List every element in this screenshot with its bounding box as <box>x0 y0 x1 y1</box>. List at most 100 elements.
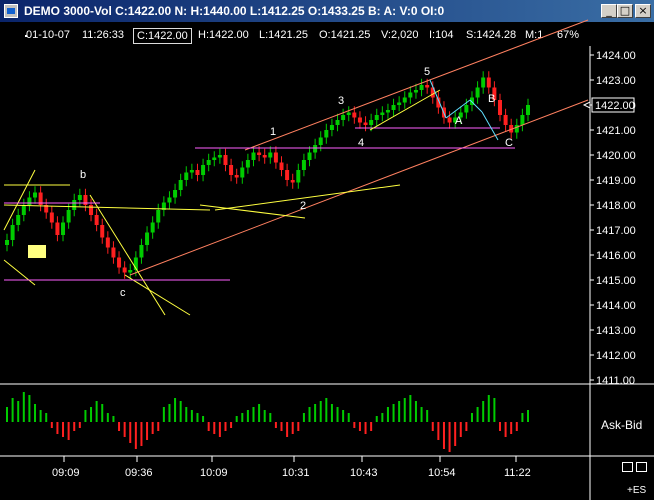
candle-body <box>49 212 54 223</box>
ask-bid-bar <box>78 422 81 428</box>
candle-body <box>324 130 329 138</box>
candle-body <box>313 145 318 153</box>
ask-bid-bar <box>420 407 423 422</box>
last-price-arrow <box>582 101 591 109</box>
candle-body <box>10 225 15 240</box>
ask-bid-bar <box>252 407 255 422</box>
candle-body <box>257 152 262 155</box>
candle-body <box>66 210 71 223</box>
candle-body <box>391 105 396 110</box>
ask-bid-bar <box>280 422 283 431</box>
ask-bid-bar <box>67 422 70 440</box>
ask-bid-bar <box>11 398 14 422</box>
x-tick-label: 09:36 <box>125 467 153 479</box>
ask-bid-bar <box>448 422 451 452</box>
last-price-label: 1422.00 <box>595 100 635 112</box>
candle-body <box>94 215 99 225</box>
ask-bid-bar <box>364 422 367 434</box>
ask-bid-bar <box>431 422 434 431</box>
ask-bid-bar <box>325 398 328 422</box>
ask-bid-bar <box>207 422 210 431</box>
ask-bid-bar <box>6 407 8 422</box>
candle-body <box>21 205 26 215</box>
ask-bid-bar <box>241 413 244 422</box>
ask-bid-bar <box>185 407 188 422</box>
wave-label: A <box>455 115 463 127</box>
symbol-label: +ES <box>627 485 647 496</box>
candle-body <box>217 155 222 158</box>
candle-body <box>520 115 525 125</box>
ask-bid-bar <box>90 407 93 422</box>
candle-body <box>503 115 508 125</box>
ask-bid-bar <box>409 395 412 422</box>
y-tick-label: 1419.00 <box>596 175 636 187</box>
candle-body <box>380 112 385 115</box>
x-tick-label: 10:09 <box>200 467 228 479</box>
ask-bid-bar <box>50 422 53 428</box>
ask-bid-bar <box>174 398 177 422</box>
candle-body <box>61 222 66 235</box>
ask-bid-bar <box>521 413 524 422</box>
candle-body <box>178 180 183 190</box>
candle-body <box>145 232 150 245</box>
candle-body <box>201 165 206 175</box>
candle-body <box>167 197 172 203</box>
ask-bid-bar <box>398 401 401 422</box>
candle-body <box>352 112 357 118</box>
indicator-label: Ask-Bid <box>601 418 643 432</box>
ask-bid-bar <box>179 401 182 422</box>
ask-bid-bar <box>487 395 490 422</box>
ask-bid-bar <box>101 404 104 422</box>
candle-body <box>105 237 110 248</box>
layout-button-2[interactable] <box>636 462 647 472</box>
ask-bid-bar <box>392 404 395 422</box>
ask-bid-bar <box>95 401 98 422</box>
ask-bid-bar <box>403 398 406 422</box>
candle-body <box>245 160 250 168</box>
ask-bid-bar <box>263 410 266 422</box>
candle-body <box>346 112 351 115</box>
price-chart[interactable]: 1424.00 1423.00 1422.00 1421.00 1420.00 1419.… <box>0 0 654 500</box>
candle-body <box>307 152 312 160</box>
ask-bid-bar <box>146 422 149 440</box>
ask-bid-bar <box>246 410 249 422</box>
ask-bid-bar <box>112 416 115 422</box>
candle-body <box>251 152 256 160</box>
trendline-yellow-2 <box>89 194 166 316</box>
ask-bid-bar <box>45 413 48 422</box>
ask-bid-bar <box>34 404 37 422</box>
channel-upper <box>244 19 589 151</box>
ask-bid-bar <box>73 422 76 431</box>
ask-bid-bar <box>493 398 496 422</box>
ask-bid-bar <box>106 413 109 422</box>
candle-body <box>290 180 295 183</box>
candle-body <box>363 122 368 125</box>
candle-body <box>279 162 284 170</box>
candle-body <box>117 257 122 268</box>
candle-body <box>189 170 194 173</box>
ask-bid-bar <box>235 416 238 422</box>
ask-bid-bar <box>426 410 429 422</box>
candle-body <box>223 155 228 165</box>
ask-bid-bar <box>353 422 356 428</box>
candle-body <box>497 100 502 115</box>
ask-bid-bar <box>314 404 317 422</box>
ask-bid-bar <box>84 410 87 422</box>
ask-bid-bar <box>202 416 205 422</box>
ask-bid-bar <box>123 422 126 437</box>
candle-body <box>408 92 413 98</box>
layout-button-1[interactable] <box>622 462 633 472</box>
candle-body <box>128 270 133 273</box>
candle-body <box>229 165 234 175</box>
chart-window: DEMO 3000-Vol C:1422.00 N: H:1440.00 L:1… <box>0 0 654 500</box>
candle-body <box>33 192 38 198</box>
wave-label: c <box>120 287 126 299</box>
y-tick-label: 1421.00 <box>596 125 636 137</box>
candle-body <box>77 195 82 200</box>
candle-body <box>55 222 60 235</box>
candle-body <box>357 117 362 123</box>
ask-bid-bar <box>381 413 384 422</box>
trendline-yellow-6 <box>214 184 401 211</box>
trendline-yellow-7 <box>199 204 306 219</box>
ask-bid-bar <box>302 413 305 422</box>
